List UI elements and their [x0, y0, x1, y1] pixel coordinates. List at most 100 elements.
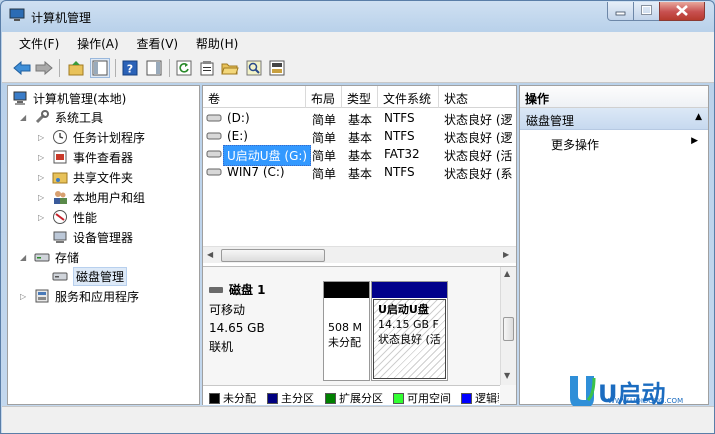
back-button[interactable]: [12, 58, 32, 78]
drive-icon: [206, 166, 222, 180]
close-icon: [676, 5, 688, 16]
forward-button[interactable]: [34, 58, 54, 78]
show-action-pane-button[interactable]: [144, 58, 164, 78]
collapsed-arrow-icon[interactable]: ▷: [38, 133, 48, 142]
tree-item-shared-folders[interactable]: ▷ 共享文件夹: [38, 168, 133, 186]
expanded-arrow-icon[interactable]: ◢: [20, 113, 30, 122]
table-row[interactable]: (D:) 简单 基本 NTFS 状态良好 (逻: [203, 109, 516, 127]
table-row-selected[interactable]: U启动U盘 (G:) 简单 基本 FAT32 状态良好 (活: [203, 145, 516, 166]
help-button[interactable]: ?: [120, 58, 140, 78]
legend-item: 主分区: [267, 390, 314, 406]
scroll-up-arrow-icon[interactable]: ▲: [504, 269, 510, 278]
actions-pane: 操作 磁盘管理 ▲ 更多操作 ▶ U启动 WWW.UQIDONG.COM: [519, 85, 709, 408]
refresh-icon: [176, 60, 192, 76]
logo-url: WWW.UQIDONG.COM: [608, 397, 684, 405]
open-folder-icon: [221, 63, 239, 75]
tree-item-disk-management[interactable]: 磁盘管理: [52, 266, 128, 286]
console-tree-icon: [92, 60, 108, 76]
collapsed-arrow-icon[interactable]: ▷: [20, 292, 30, 301]
magnifier-icon: [246, 60, 262, 76]
column-header-filesystem[interactable]: 文件系统: [378, 86, 439, 108]
legend-item: 逻辑驱: [461, 390, 499, 406]
properties-sheet-button[interactable]: [267, 58, 287, 78]
toolbar: ?: [2, 53, 714, 83]
menu-view[interactable]: 查看(V): [123, 32, 179, 52]
drive-icon: [206, 130, 222, 144]
tools-icon: [34, 109, 50, 125]
scrollbar-thumb[interactable]: [503, 317, 514, 341]
refresh-button[interactable]: [174, 58, 194, 78]
collapsed-arrow-icon[interactable]: ▷: [38, 173, 48, 182]
performance-icon: [52, 209, 68, 225]
table-row[interactable]: (E:) 简单 基本 NTFS 状态良好 (逻: [203, 127, 516, 145]
tree-item-event-viewer[interactable]: ▷ 事件查看器: [38, 148, 133, 166]
tree-item-services[interactable]: ▷ 服务和应用程序: [20, 287, 139, 305]
legend-item: 未分配: [209, 390, 256, 406]
minimize-button[interactable]: [607, 2, 634, 21]
up-level-button[interactable]: [66, 58, 86, 78]
computer-management-icon: [12, 90, 28, 106]
scroll-right-arrow-icon[interactable]: ▶: [503, 250, 509, 259]
search-button[interactable]: [244, 58, 264, 78]
tree-item-root[interactable]: 计算机管理(本地): [12, 89, 126, 107]
computer-management-icon: [9, 8, 25, 21]
collapsed-arrow-icon[interactable]: ▷: [38, 213, 48, 222]
expanded-arrow-icon[interactable]: ◢: [20, 253, 30, 262]
actions-section-disk-management[interactable]: 磁盘管理 ▲: [520, 108, 708, 130]
clock-icon: [52, 129, 68, 145]
tree-item-local-users[interactable]: ▷ 本地用户和组: [38, 188, 145, 206]
column-header-status[interactable]: 状态: [439, 86, 516, 108]
tree-item-storage[interactable]: ◢ 存储: [20, 248, 79, 266]
menu-file[interactable]: 文件(F): [2, 32, 59, 52]
disk-management-icon: [52, 268, 68, 284]
tree-item-system-tools[interactable]: ◢ 系统工具: [20, 108, 103, 126]
forward-arrow-icon: [35, 61, 53, 75]
actions-header: 操作: [520, 86, 708, 108]
shared-folder-icon: [52, 169, 68, 185]
scroll-down-arrow-icon[interactable]: ▼: [504, 371, 510, 380]
computer-management-window: 计算机管理 文件(F) 操作(A) 查看(V) 帮助(H) ? 计算机管理(本地…: [0, 0, 715, 434]
tree-item-device-manager[interactable]: 设备管理器: [52, 228, 133, 246]
collapsed-arrow-icon[interactable]: ▷: [38, 193, 48, 202]
window-title: 计算机管理: [31, 11, 92, 25]
collapse-arrow-icon[interactable]: ▲: [695, 112, 702, 122]
open-folder-button[interactable]: [220, 58, 240, 78]
tree-item-performance[interactable]: ▷ 性能: [38, 208, 97, 226]
table-row[interactable]: WIN7 (C:) 简单 基本 NTFS 状态良好 (系: [203, 163, 516, 181]
services-icon: [34, 288, 50, 304]
disk-state: 联机: [209, 340, 234, 354]
close-button[interactable]: [659, 2, 705, 21]
users-icon: [52, 189, 68, 205]
scrollbar-thumb[interactable]: [221, 249, 325, 262]
menu-help[interactable]: 帮助(H): [182, 32, 238, 52]
disk-name: 磁盘 1: [229, 283, 266, 297]
back-arrow-icon: [13, 61, 31, 75]
partition-unallocated[interactable]: 508 M 未分配: [323, 281, 370, 381]
more-actions-item[interactable]: 更多操作 ▶: [520, 130, 708, 152]
menu-action[interactable]: 操作(A): [63, 32, 119, 52]
minimize-icon: [615, 11, 626, 16]
folder-up-icon: [68, 61, 84, 76]
disk-info[interactable]: 磁盘 1 可移动 14.65 GB 联机: [209, 281, 319, 355]
properties-button[interactable]: [197, 58, 217, 78]
action-pane-icon: [146, 60, 162, 76]
event-viewer-icon: [52, 149, 68, 165]
scroll-left-arrow-icon[interactable]: ◀: [207, 250, 213, 259]
column-header-type[interactable]: 类型: [342, 86, 378, 108]
show-hide-tree-button[interactable]: [90, 58, 110, 78]
help-icon: ?: [122, 60, 138, 76]
collapsed-arrow-icon[interactable]: ▷: [38, 153, 48, 162]
storage-icon: [34, 249, 50, 265]
partition-primary[interactable]: U启动U盘 14.15 GB F 状态良好 (活: [371, 281, 448, 381]
tree-item-task-scheduler[interactable]: ▷ 任务计划程序: [38, 128, 145, 146]
column-header-layout[interactable]: 布局: [306, 86, 342, 108]
status-bar: [2, 406, 714, 433]
svg-text:?: ?: [127, 63, 133, 76]
removable-disk-icon: [209, 286, 223, 293]
disk-properties-icon: [269, 60, 285, 76]
vertical-scrollbar[interactable]: ▲ ▼: [500, 267, 516, 385]
horizontal-scrollbar[interactable]: ◀ ▶: [203, 246, 516, 263]
properties-icon: [200, 61, 214, 76]
column-header-volume[interactable]: 卷: [203, 86, 306, 108]
maximize-button[interactable]: [633, 2, 660, 21]
